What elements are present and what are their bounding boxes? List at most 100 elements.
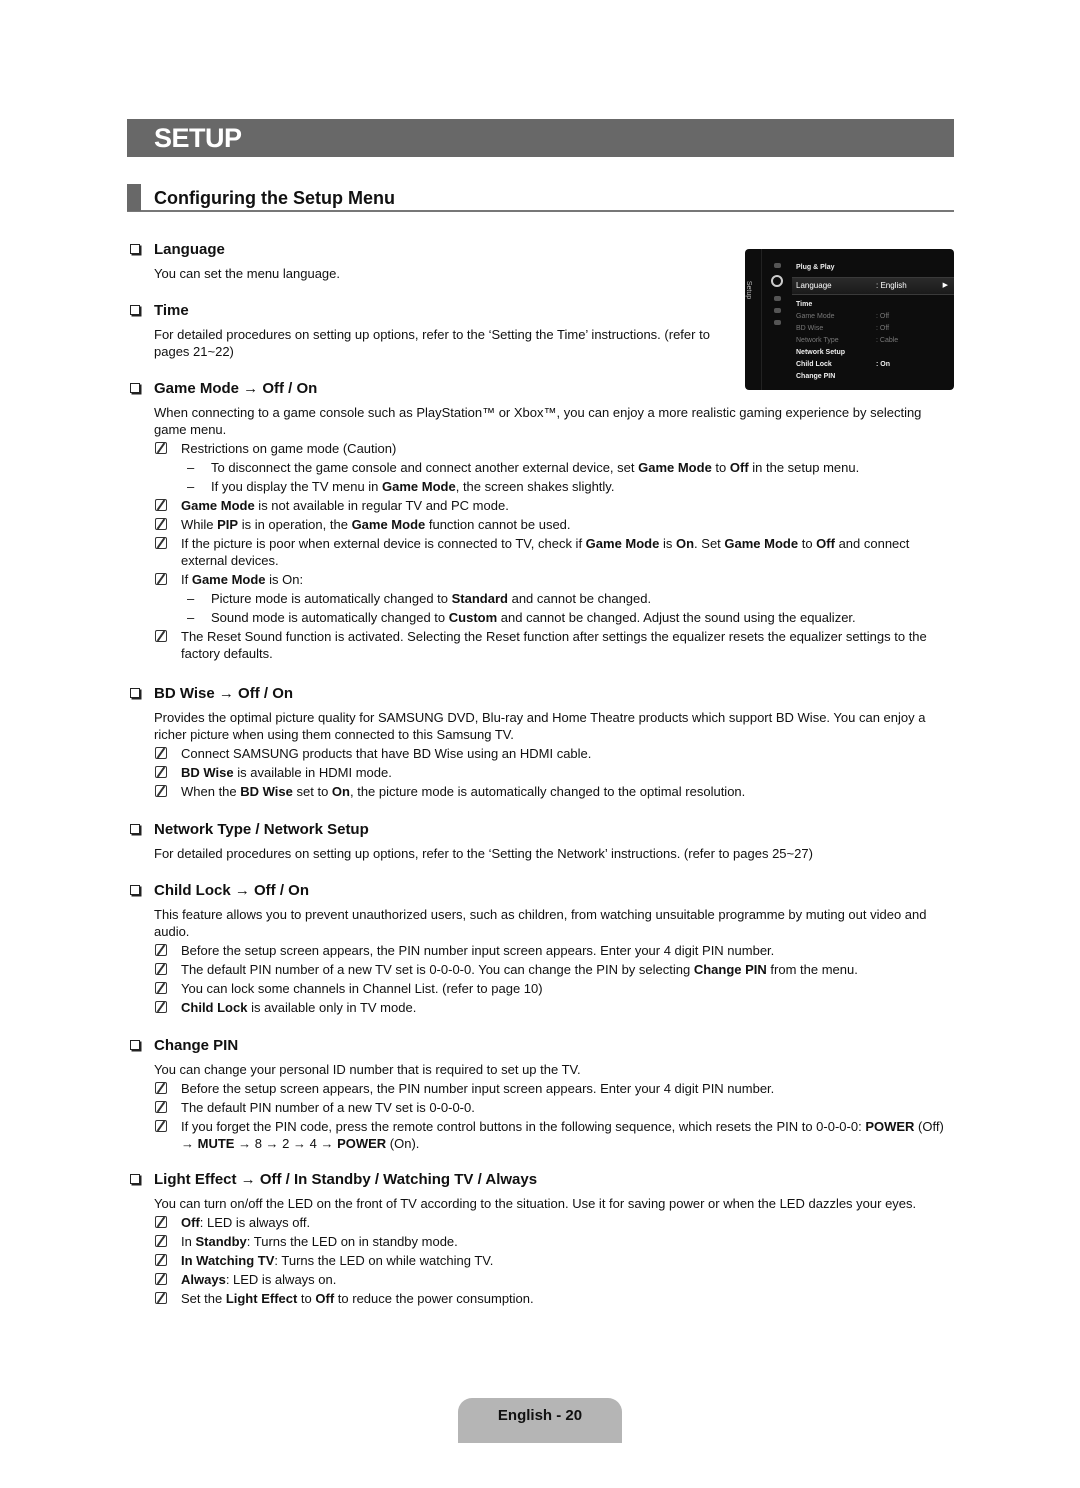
item-light-effect: Light Effect → Off / In Standby / Watchi… <box>130 1170 955 1307</box>
item-title: Time <box>154 302 189 319</box>
note: Restrictions on game mode (Caution) <box>154 440 955 457</box>
application-icon <box>773 308 781 313</box>
note-icon <box>155 499 167 511</box>
item-desc: You can change your personal ID number t… <box>154 1062 581 1077</box>
note: The default PIN number of a new TV set i… <box>154 1099 955 1116</box>
item-child-lock: Child Lock → Off / On This feature allow… <box>130 881 955 1016</box>
note: Before the setup screen appears, the PIN… <box>154 942 955 959</box>
note-icon <box>155 630 167 642</box>
item-time: Time For detailed procedures on setting … <box>130 301 740 360</box>
note: Off: LED is always off. <box>154 1214 955 1231</box>
tv-menu-item: Time <box>796 301 813 308</box>
tv-menu-item: Network Setup <box>796 349 846 356</box>
item-desc: For detailed procedures on setting up op… <box>154 846 813 861</box>
item-title: Game Mode → Off / On <box>154 380 318 397</box>
note: Set the Light Effect to Off to reduce th… <box>154 1290 955 1307</box>
item-desc: You can turn on/off the LED on the front… <box>154 1196 917 1211</box>
checkbox-bullet-icon <box>130 305 140 315</box>
item-title: Light Effect → Off / In Standby / Watchi… <box>154 1171 538 1188</box>
note: In Standby: Turns the LED on in standby … <box>154 1233 955 1250</box>
note: If Game Mode is On: <box>154 571 955 588</box>
note: When the BD Wise set to On, the picture … <box>154 783 955 800</box>
note: You can lock some channels in Channel Li… <box>154 980 955 997</box>
item-language: Language You can set the menu language. <box>130 240 730 282</box>
note-icon <box>155 963 167 975</box>
note-icon <box>155 982 167 994</box>
support-icon <box>773 320 781 325</box>
item-title: Language <box>154 241 225 258</box>
note: BD Wise is available in HDMI mode. <box>154 764 955 781</box>
note-icon <box>155 1254 167 1266</box>
item-title: Change PIN <box>154 1037 239 1054</box>
chapter-title: SETUP <box>154 123 242 153</box>
note: The Reset Sound function is activated. S… <box>154 628 955 662</box>
tv-menu-item: Plug & Play <box>796 264 835 271</box>
chapter-banner: SETUP <box>127 119 954 157</box>
note: The default PIN number of a new TV set i… <box>154 961 955 978</box>
note: Game Mode is not available in regular TV… <box>154 497 955 514</box>
page-footer-tab: English - 20 <box>458 1398 622 1443</box>
checkbox-bullet-icon <box>130 244 140 254</box>
input-icon <box>773 296 781 301</box>
section-title: Configuring the Setup Menu <box>154 188 395 208</box>
sub-note: – If you display the TV menu in Game Mode… <box>187 479 615 494</box>
note: In Watching TV: Turns the LED on while w… <box>154 1252 955 1269</box>
note-icon <box>155 944 167 956</box>
sub-note: – To disconnect the game console and conn… <box>187 460 860 475</box>
item-title: BD Wise → Off / On <box>154 685 294 702</box>
note-icon <box>155 766 167 778</box>
note-icon <box>155 1082 167 1094</box>
note-icon <box>155 573 167 585</box>
item-desc: For detailed procedures on setting up op… <box>154 327 710 359</box>
item-network: Network Type / Network Setup For detaile… <box>130 820 955 862</box>
note: Child Lock is available only in TV mode. <box>154 999 955 1016</box>
note-icon <box>155 442 167 454</box>
checkbox-bullet-icon <box>130 688 140 698</box>
note: While PIP is in operation, the Game Mode… <box>154 516 955 533</box>
arrow-right-icon: ▶ <box>942 282 948 289</box>
tv-menu-item: BD Wise: Off <box>796 325 890 332</box>
section-header: Configuring the Setup Menu <box>127 184 954 212</box>
checkbox-bullet-icon <box>130 383 140 393</box>
note: Always: LED is always on. <box>154 1271 955 1288</box>
checkbox-bullet-icon <box>130 824 140 834</box>
sub-note: – Sound mode is automatically changed to … <box>187 610 856 625</box>
item-desc: Provides the optimal picture quality for… <box>154 710 926 742</box>
picture-icon <box>773 263 781 268</box>
tv-setup-menu-screenshot: Setup Plug & Play Language: English ▶ Tim… <box>745 249 954 390</box>
tv-menu-sidebar: Setup <box>745 249 762 390</box>
item-desc: You can set the menu language. <box>154 266 340 281</box>
sub-note: – Picture mode is automatically changed t… <box>187 591 652 606</box>
item-title: Network Type / Network Setup <box>154 821 369 838</box>
tv-menu-item: Network Type: Cable <box>796 337 899 344</box>
checkbox-bullet-icon <box>130 885 140 895</box>
note-icon <box>155 1001 167 1013</box>
tv-menu-side-label: Setup <box>745 280 753 300</box>
tv-menu-list: Plug & Play Language: English ▶ Time Game… <box>792 262 954 383</box>
checkbox-bullet-icon <box>130 1174 140 1184</box>
note-icon <box>155 785 167 797</box>
note-icon <box>155 1101 167 1113</box>
section-bar <box>127 184 141 211</box>
note-icon <box>155 537 167 549</box>
tv-menu-icons <box>769 263 785 332</box>
tv-menu-item: Game Mode: Off <box>796 313 890 320</box>
item-bd-wise: BD Wise → Off / On Provides the optimal … <box>130 684 955 800</box>
note-icon <box>155 518 167 530</box>
note: If you forget the PIN code, press the re… <box>154 1118 955 1152</box>
setup-gear-icon <box>771 275 783 287</box>
page-number: English - 20 <box>497 1407 583 1424</box>
note: Connect SAMSUNG products that have BD Wi… <box>154 745 955 762</box>
item-desc: When connecting to a game console such a… <box>154 405 922 437</box>
note-icon <box>155 747 167 759</box>
note-icon <box>155 1292 167 1304</box>
item-title: Child Lock → Off / On <box>154 882 309 899</box>
note-icon <box>155 1216 167 1228</box>
note-icon <box>155 1235 167 1247</box>
item-change-pin: Change PIN You can change your personal … <box>130 1036 955 1152</box>
tv-menu-item-selected: Language: English ▶ <box>792 277 954 295</box>
tv-menu-item: Child Lock: On <box>796 361 890 368</box>
note: If the picture is poor when external dev… <box>154 535 955 569</box>
note-icon <box>155 1273 167 1285</box>
item-desc: This feature allows you to prevent unaut… <box>154 907 927 939</box>
